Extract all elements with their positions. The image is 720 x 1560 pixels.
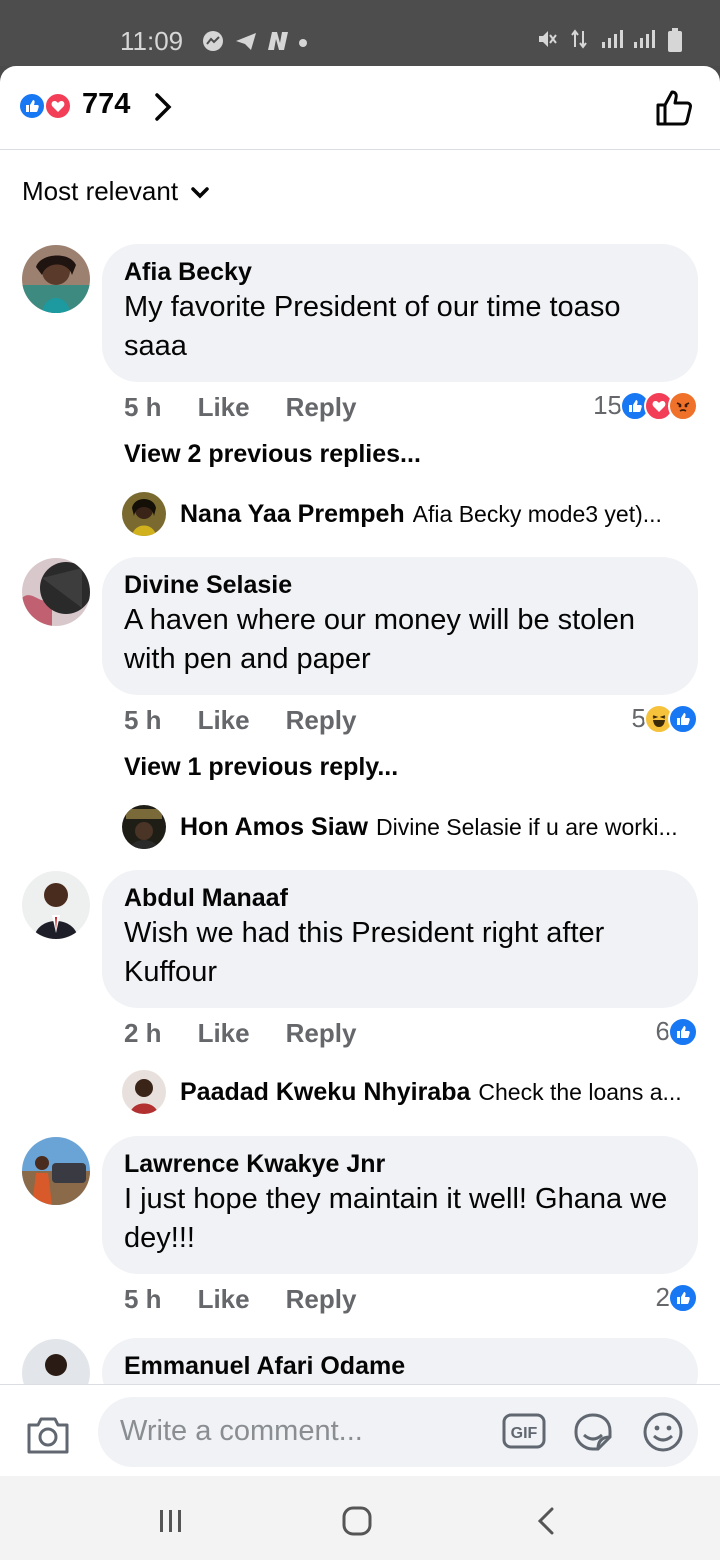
status-time: 11:09 xyxy=(120,26,184,56)
comment-author[interactable]: Emmanuel Afari Odame xyxy=(124,1350,676,1382)
home-icon[interactable] xyxy=(342,1506,372,1536)
gif-icon[interactable]: GIF xyxy=(502,1413,546,1449)
comment-reactions[interactable]: 6 xyxy=(656,1016,698,1047)
reply-avatar xyxy=(122,492,166,536)
view-previous-replies[interactable]: View 1 previous reply... xyxy=(124,753,398,782)
comment-bubble[interactable]: Lawrence Kwakye Jnr I just hope they mai… xyxy=(102,1136,698,1274)
avatar[interactable] xyxy=(22,558,90,626)
like-button[interactable]: Like xyxy=(198,1018,250,1049)
reply-preview[interactable]: Hon Amos Siaw Divine Selasie if u are wo… xyxy=(122,805,702,849)
comment-bubble[interactable]: Afia Becky My favorite President of our … xyxy=(102,244,698,382)
reply-preview[interactable]: Paadad Kweku Nhyiraba Check the loans a.… xyxy=(122,1070,702,1114)
recents-icon[interactable] xyxy=(158,1508,184,1534)
reply-preview[interactable]: Nana Yaa Prempeh Afia Becky mode3 yet)..… xyxy=(122,492,702,536)
avatar[interactable] xyxy=(22,871,90,939)
comment-reactions[interactable]: 2 xyxy=(656,1282,698,1313)
chevron-right-icon[interactable] xyxy=(152,90,174,124)
camera-icon[interactable] xyxy=(26,1415,70,1455)
back-icon[interactable] xyxy=(536,1506,556,1536)
telegram-notification-icon xyxy=(234,30,256,52)
reply-author: Paadad Kweku Nhyiraba xyxy=(180,1077,471,1106)
comment-bubble[interactable]: Abdul Manaaf Wish we had this President … xyxy=(102,870,698,1008)
comment-age: 5 h xyxy=(124,705,162,735)
comment-actions: 5 h Like Reply xyxy=(124,392,356,423)
comment-author[interactable]: Divine Selasie xyxy=(124,569,676,601)
comments-sheet: 774 Most relevant Afia Becky My favorite… xyxy=(0,66,720,1476)
reply-button[interactable]: Reply xyxy=(286,1284,357,1315)
svg-text:GIF: GIF xyxy=(511,1425,538,1442)
comment-actions: 2 h Like Reply xyxy=(124,1018,356,1049)
view-previous-replies[interactable]: View 2 previous replies... xyxy=(124,440,421,469)
comment-reaction-count: 15 xyxy=(593,390,622,420)
comment-text: A haven where our money will be stolen w… xyxy=(124,604,636,675)
comment-text: I just hope they maintain it well! Ghana… xyxy=(124,1183,668,1254)
reply-avatar xyxy=(122,1070,166,1114)
like-button[interactable]: Like xyxy=(198,1284,250,1315)
comment-age: 5 h xyxy=(124,1284,162,1314)
comment-age: 5 h xyxy=(124,392,162,422)
sort-dropdown[interactable]: Most relevant xyxy=(22,176,210,207)
like-button[interactable]: Like xyxy=(198,705,250,736)
comment-age: 2 h xyxy=(124,1018,162,1048)
mute-icon xyxy=(536,28,558,50)
reply-author: Hon Amos Siaw xyxy=(180,812,368,841)
like-reaction-icon xyxy=(668,1282,698,1313)
reply-button[interactable]: Reply xyxy=(286,1018,357,1049)
emoji-icon[interactable] xyxy=(642,1411,684,1453)
signal-2-icon xyxy=(632,28,655,50)
data-arrows-icon xyxy=(568,28,590,50)
reaction-count[interactable]: 774 xyxy=(82,88,130,121)
chevron-down-icon xyxy=(190,176,210,207)
reply-button[interactable]: Reply xyxy=(286,392,357,423)
comment-actions: 5 h Like Reply xyxy=(124,705,356,736)
messenger-notification-icon xyxy=(202,30,224,52)
reply-button[interactable]: Reply xyxy=(286,705,357,736)
avatar[interactable] xyxy=(22,1137,90,1205)
sort-label: Most relevant xyxy=(22,176,179,206)
dot-icon xyxy=(298,30,308,52)
reply-avatar xyxy=(122,805,166,849)
comment-bubble[interactable]: Divine Selasie A haven where our money w… xyxy=(102,557,698,695)
comment-placeholder: Write a comment... xyxy=(120,1415,363,1447)
comment-author[interactable]: Lawrence Kwakye Jnr xyxy=(124,1148,676,1180)
love-reaction-icon xyxy=(44,92,72,120)
comment-author[interactable]: Afia Becky xyxy=(124,256,676,288)
news-notification-icon xyxy=(266,30,288,52)
comment-author[interactable]: Abdul Manaaf xyxy=(124,882,676,914)
like-reaction-icon xyxy=(668,703,698,734)
angry-reaction-icon xyxy=(668,390,698,421)
reply-text: Check the loans a... xyxy=(478,1078,682,1105)
like-button[interactable]: Like xyxy=(198,392,250,423)
comment-text: Wish we had this President right after K… xyxy=(124,917,605,988)
like-post-button[interactable] xyxy=(654,88,694,128)
reply-text: Divine Selasie if u are worki... xyxy=(376,813,678,840)
comment-reactions[interactable]: 5 xyxy=(632,703,698,734)
comment-text: My favorite President of our time toaso … xyxy=(124,291,621,362)
comment-input[interactable]: Write a comment... GIF xyxy=(98,1397,698,1467)
comment-composer: Write a comment... GIF xyxy=(0,1384,720,1476)
reply-text: Afia Becky mode3 yet)... xyxy=(412,500,662,527)
reaction-summary[interactable] xyxy=(18,92,76,122)
signal-icon xyxy=(600,28,623,50)
reply-author: Nana Yaa Prempeh xyxy=(180,499,405,528)
avatar[interactable] xyxy=(22,245,90,313)
battery-icon xyxy=(664,28,686,52)
status-bar: 11:09 xyxy=(0,0,720,66)
comment-reactions[interactable]: 15 xyxy=(593,390,698,421)
comment-actions: 5 h Like Reply xyxy=(124,1284,356,1315)
like-reaction-icon xyxy=(668,1016,698,1047)
like-reaction-icon xyxy=(18,92,46,120)
reactions-header: 774 xyxy=(0,66,720,150)
sticker-icon[interactable] xyxy=(572,1411,614,1453)
system-nav-bar xyxy=(0,1476,720,1560)
